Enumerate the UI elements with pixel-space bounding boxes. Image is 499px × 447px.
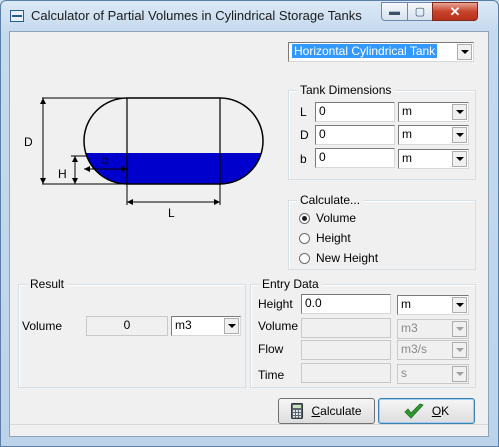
label-l: L [168,206,175,220]
entry-height-input[interactable]: 0.0 [301,294,391,314]
entry-height-label: Height [258,297,293,311]
tank-diagram: D H b L [24,97,264,220]
entry-data-group: Entry Data Height 0.0 m Volume m3 Flow m… [250,277,476,388]
label-h: H [58,167,67,181]
entry-data-title: Entry Data [259,277,322,291]
radio-indicator [299,212,310,224]
result-unit-value: m3 [175,318,192,332]
label-d: D [24,135,33,149]
minimize-icon: ▬ [389,5,400,18]
chevron-down-icon[interactable] [452,366,467,382]
close-button[interactable]: ✕ [432,2,478,21]
main-window: Calculator of Partial Volumes in Cylindr… [0,0,499,447]
app-icon[interactable] [10,10,24,22]
tank-dimensions-group: Tank Dimensions L 0 m D 0 m b 0 m [288,83,476,180]
chevron-down-icon[interactable] [452,342,467,358]
entry-time-unit-select[interactable]: s [397,364,469,384]
status-bar [10,424,488,437]
minimize-button[interactable]: ▬ [381,2,408,21]
entry-flow-unit-value: m3/s [401,342,428,356]
entry-volume-unit-select[interactable]: m3 [397,319,469,339]
ok-button-label: OK [431,404,450,418]
ok-button[interactable]: OK [378,398,475,424]
radio-height-label: Height [316,231,351,245]
chevron-down-icon[interactable] [224,318,239,334]
radio-new-height-label: New Height [316,251,379,265]
result-title: Result [27,277,68,291]
dialog-client-area: D H b L Horizontal Cylindrical Tank Tank… [9,31,489,437]
chevron-down-icon[interactable] [452,104,467,120]
calculate-button[interactable]: Calculate [278,398,375,424]
radio-volume[interactable]: Volume [299,211,356,225]
tank-type-value: Horizontal Cylindrical Tank [292,44,438,58]
entry-height-unit-select[interactable]: m [397,295,469,315]
length-input[interactable]: 0 [315,102,395,122]
entry-flow-unit-select[interactable]: m3/s [397,340,469,360]
entry-flow-label: Flow [258,342,284,356]
entry-time-unit-value: s [401,366,407,380]
dimension-label-b: b [300,152,307,166]
radio-indicator [299,252,310,264]
radio-indicator [299,232,310,244]
diameter-unit-value: m [402,127,412,141]
entry-volume-input[interactable] [301,318,391,338]
length-unit-select[interactable]: m [398,102,469,122]
tank-dimensions-title: Tank Dimensions [297,83,395,97]
chevron-down-icon[interactable] [457,44,472,60]
end-depth-unit-value: m [402,151,412,165]
dimension-label-l: L [300,105,307,119]
dimension-label-d: D [300,128,309,142]
entry-volume-label: Volume [258,319,299,333]
entry-flow-input[interactable] [301,340,391,360]
calculate-mode-group: Calculate... Volume Height New Height [288,193,476,270]
chevron-down-icon[interactable] [452,151,467,167]
checkmark-icon [404,403,424,419]
radio-new-height[interactable]: New Height [299,251,378,265]
entry-time-input[interactable] [301,363,391,383]
calculator-icon [291,403,304,419]
calculate-mode-title: Calculate... [297,193,364,207]
entry-height-unit-value: m [401,297,411,311]
close-icon: ✕ [449,3,461,19]
result-unit-select[interactable]: m3 [171,316,241,336]
label-b: b [102,153,109,167]
length-unit-value: m [402,104,412,118]
result-volume-value: 0 [86,316,168,336]
chevron-down-icon[interactable] [452,321,467,337]
result-volume-label: Volume [22,319,63,333]
calculate-button-label: Calculate [311,404,362,418]
entry-volume-unit-value: m3 [401,321,418,335]
radio-volume-label: Volume [316,211,357,225]
title-bar[interactable]: Calculator of Partial Volumes in Cylindr… [1,1,498,31]
tank-type-select[interactable]: Horizontal Cylindrical Tank [288,42,474,62]
chevron-down-icon[interactable] [452,127,467,143]
end-depth-unit-select[interactable]: m [398,149,469,169]
radio-height[interactable]: Height [299,231,351,245]
chevron-down-icon[interactable] [452,297,467,313]
diameter-unit-select[interactable]: m [398,125,469,145]
end-depth-input[interactable]: 0 [315,148,395,168]
entry-time-label: Time [258,368,285,382]
window-title: Calculator of Partial Volumes in Cylindr… [31,8,362,23]
maximize-button[interactable]: ▢ [407,2,433,21]
maximize-icon: ▢ [414,6,426,18]
diameter-input[interactable]: 0 [315,125,395,145]
result-group: Result Volume 0 m3 [18,277,246,388]
